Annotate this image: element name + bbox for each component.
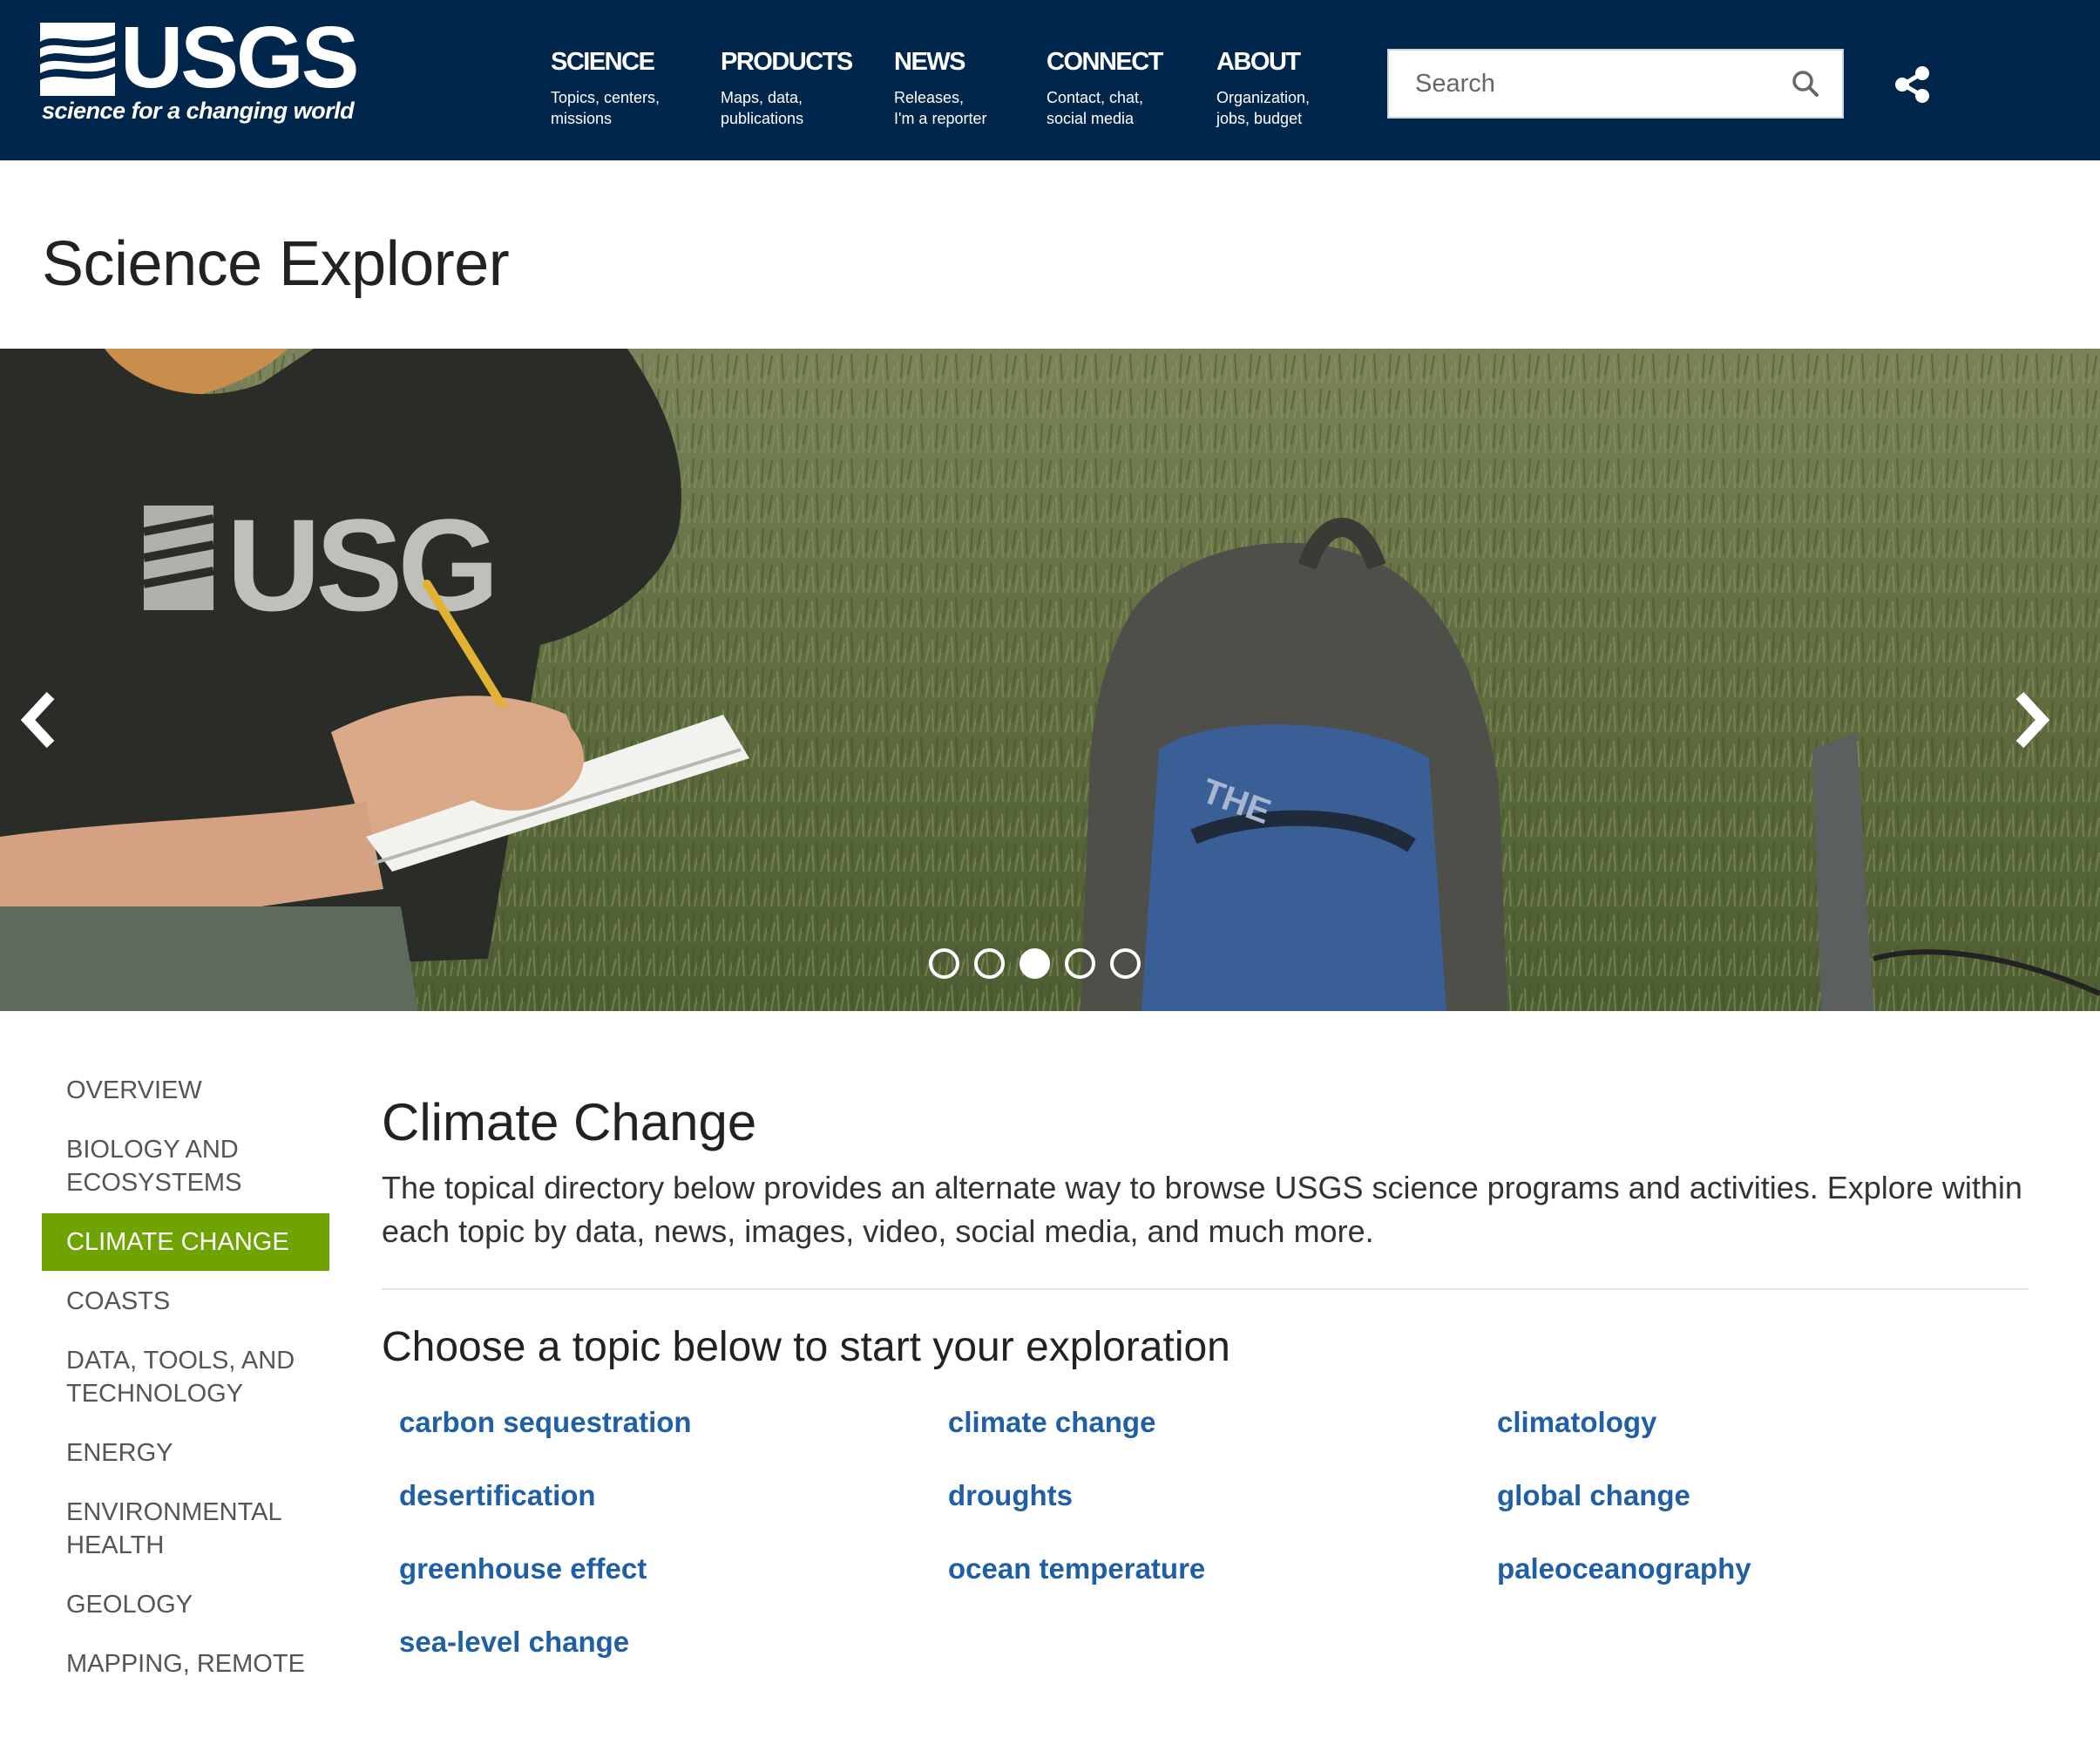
topic-link-desertification[interactable]: desertification — [382, 1459, 931, 1532]
nav-news-title: NEWS — [894, 48, 966, 76]
search-input[interactable] — [1389, 51, 1772, 117]
sidebar-item-overview[interactable]: OVERVIEW — [42, 1062, 329, 1119]
nav-science[interactable]: SCIENCE Topics, centers, missions — [551, 47, 660, 129]
section-heading: Climate Change — [382, 1093, 757, 1151]
nav-connect-title: CONNECT — [1047, 48, 1163, 76]
svg-text:USG: USG — [227, 492, 494, 638]
topic-link-ocean-temperature[interactable]: ocean temperature — [931, 1532, 1480, 1606]
section-intro: The topical directory below provides an … — [382, 1170, 2022, 1249]
search-box — [1387, 49, 1844, 119]
nav-science-title: SCIENCE — [551, 48, 655, 76]
sidebar-item-mapping-remote[interactable]: MAPPING, REMOTE — [42, 1635, 329, 1693]
carousel-prev-arrow[interactable] — [17, 689, 61, 751]
topic-link-carbon-sequestration[interactable]: carbon sequestration — [382, 1386, 931, 1459]
main-content: Climate Change The topical directory bel… — [382, 1091, 2029, 1679]
sidebar-item-coasts[interactable]: COASTS — [42, 1273, 329, 1330]
carousel-indicators — [929, 948, 1141, 983]
logo-tagline: science for a changing world — [42, 98, 355, 124]
sidebar-item-biology-ecosystems[interactable]: BIOLOGY AND ECOSYSTEMS — [42, 1121, 329, 1212]
sidebar-item-data-tools-technology[interactable]: DATA, TOOLS, AND TECHNOLOGY — [42, 1332, 329, 1422]
nav-products-sub: Maps, data, publications — [721, 89, 804, 127]
nav-about[interactable]: ABOUT Organization, jobs, budget — [1216, 47, 1310, 129]
nav-science-sub: Topics, centers, missions — [551, 89, 660, 127]
nav-products[interactable]: PRODUCTS Maps, data, publications — [721, 47, 853, 129]
usgs-logo[interactable]: USGS science for a changing world — [40, 14, 359, 132]
topic-grid: carbon sequestration climate change clim… — [382, 1386, 2029, 1679]
carousel-dot-active[interactable] — [1020, 948, 1050, 979]
hero-carousel: USG THE — [0, 349, 2100, 1011]
sidebar-item-climate-change[interactable]: CLIMATE CHANGE — [42, 1213, 329, 1271]
topic-sidebar: OVERVIEW BIOLOGY AND ECOSYSTEMS CLIMATE … — [42, 1062, 329, 1694]
carousel-dot[interactable] — [929, 948, 959, 979]
share-icon[interactable] — [1893, 64, 1933, 105]
divider — [382, 1288, 2029, 1290]
search-icon[interactable] — [1790, 68, 1821, 99]
nav-connect[interactable]: CONNECT Contact, chat, social media — [1047, 47, 1163, 129]
nav-about-sub: Organization, jobs, budget — [1216, 89, 1311, 127]
nav-about-title: ABOUT — [1216, 48, 1301, 76]
sidebar-item-energy[interactable]: ENERGY — [42, 1424, 329, 1482]
topic-link-droughts[interactable]: droughts — [931, 1459, 1480, 1532]
nav-products-title: PRODUCTS — [721, 48, 853, 76]
carousel-dot[interactable] — [1065, 948, 1095, 979]
nav-connect-sub: Contact, chat, social media — [1047, 89, 1144, 127]
logo-wordmark: USGS — [120, 9, 359, 106]
topics-heading: Choose a topic below to start your explo… — [382, 1324, 1230, 1370]
carousel-next-arrow[interactable] — [2009, 689, 2053, 751]
nav-news[interactable]: NEWS Releases, I'm a reporter — [894, 47, 986, 129]
sidebar-item-environmental-health[interactable]: ENVIRONMENTAL HEALTH — [42, 1483, 329, 1574]
topic-link-sea-level-change[interactable]: sea-level change — [382, 1606, 931, 1679]
sidebar-item-geology[interactable]: GEOLOGY — [42, 1576, 329, 1633]
topic-link-climate-change[interactable]: climate change — [931, 1386, 1480, 1459]
carousel-dot[interactable] — [974, 948, 1005, 979]
carousel-dot[interactable] — [1110, 948, 1141, 979]
topic-link-greenhouse-effect[interactable]: greenhouse effect — [382, 1532, 931, 1606]
carousel-slide-image: USG THE — [0, 349, 2100, 1011]
site-header: USGS science for a changing world SCIENC… — [0, 0, 2100, 160]
topic-link-paleoceanography[interactable]: paleoceanography — [1480, 1532, 2029, 1606]
topic-link-global-change[interactable]: global change — [1480, 1459, 2029, 1532]
topic-link-climatology[interactable]: climatology — [1480, 1386, 2029, 1459]
page-title: Science Explorer — [42, 229, 510, 299]
usgs-wave-icon — [40, 23, 115, 96]
nav-news-sub: Releases, I'm a reporter — [894, 89, 987, 127]
